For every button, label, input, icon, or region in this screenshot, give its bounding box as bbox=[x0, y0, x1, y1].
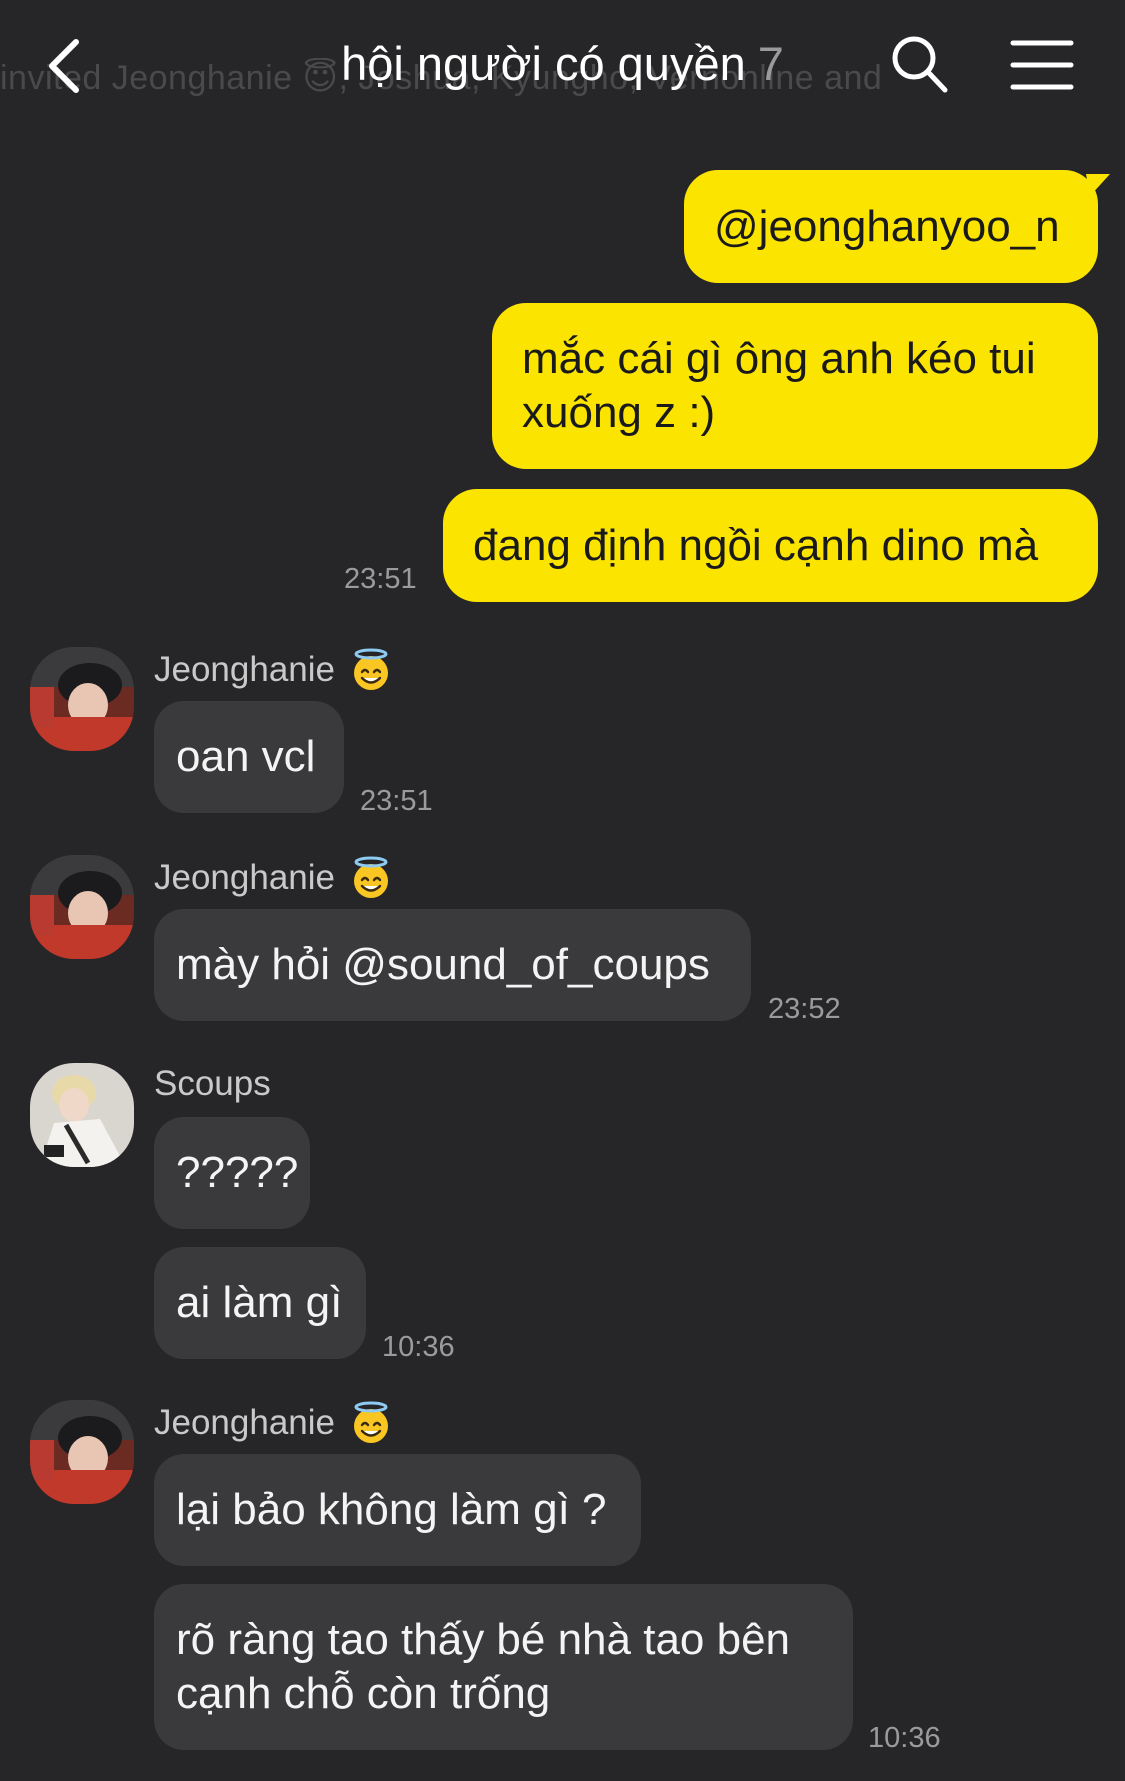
message-time: 23:52 bbox=[768, 993, 841, 1025]
message-time: 10:36 bbox=[868, 1722, 941, 1754]
message-text: mày hỏi @sound_of_coups bbox=[176, 940, 710, 989]
sender-name: Jeonghanie bbox=[154, 648, 393, 692]
my-message-bubble[interactable]: đang định ngồi cạnh dino mà bbox=[443, 489, 1098, 602]
avatar-scoups[interactable] bbox=[30, 1063, 134, 1167]
their-message-bubble[interactable]: mày hỏi @sound_of_coups bbox=[154, 909, 751, 1021]
sender-name: Jeonghanie bbox=[154, 856, 393, 900]
their-message-bubble[interactable]: ????? bbox=[154, 1117, 310, 1229]
my-message-bubble[interactable]: mắc cái gì ông anh kéo tui xuống z :) bbox=[492, 303, 1098, 469]
smiling-face-with-halo-icon bbox=[354, 1401, 388, 1443]
message-text: @jeonghanyoo_n bbox=[714, 201, 1060, 251]
chat-title-text[interactable]: hội người có quyền bbox=[341, 37, 746, 90]
avatar-image bbox=[30, 1063, 134, 1167]
smiling-face-with-halo-icon bbox=[354, 648, 388, 690]
avatar-jeonghanie[interactable] bbox=[30, 647, 134, 751]
message-text: oan vcl bbox=[176, 732, 316, 781]
message-text: rõ ràng tao thấy bé nhà tao bên cạnh chỗ… bbox=[176, 1615, 791, 1718]
chevron-left-icon bbox=[49, 39, 79, 93]
message-text: mắc cái gì ông anh kéo tui xuống z :) bbox=[522, 334, 1036, 437]
smiling-face-with-halo-icon bbox=[354, 856, 388, 898]
their-message-bubble[interactable]: lại bảo không làm gì ? bbox=[154, 1454, 641, 1566]
search-icon bbox=[892, 36, 948, 93]
avatar-image bbox=[30, 855, 134, 959]
message-time: 10:36 bbox=[382, 1331, 455, 1363]
avatar-jeonghanie[interactable] bbox=[30, 855, 134, 959]
avatar-jeonghanie[interactable] bbox=[30, 1400, 134, 1504]
message-text: ????? bbox=[176, 1148, 299, 1197]
menu-button[interactable] bbox=[1010, 38, 1074, 92]
member-count[interactable]: 7 bbox=[758, 37, 784, 90]
avatar-image bbox=[30, 1400, 134, 1504]
message-time: 23:51 bbox=[344, 563, 417, 595]
message-text: lại bảo không làm gì ? bbox=[176, 1485, 607, 1534]
chat-header: invited Jeonghanie 😇, Joshua, Kyungho, V… bbox=[0, 0, 1125, 140]
sender-name: Scoups bbox=[154, 1064, 271, 1103]
my-message-bubble[interactable]: @jeonghanyoo_n bbox=[684, 170, 1098, 283]
hamburger-menu-icon bbox=[1010, 40, 1074, 90]
sender-name: Jeonghanie bbox=[154, 1401, 393, 1445]
search-button[interactable] bbox=[890, 34, 950, 96]
back-button[interactable] bbox=[40, 34, 96, 98]
their-message-bubble[interactable]: oan vcl bbox=[154, 701, 344, 813]
message-text: đang định ngồi cạnh dino mà bbox=[473, 520, 1039, 570]
their-message-bubble[interactable]: rõ ràng tao thấy bé nhà tao bên cạnh chỗ… bbox=[154, 1584, 853, 1750]
message-time: 23:51 bbox=[360, 785, 433, 817]
their-message-bubble[interactable]: ai làm gì bbox=[154, 1247, 366, 1359]
message-text: ai làm gì bbox=[176, 1278, 343, 1327]
avatar-image bbox=[30, 647, 134, 751]
